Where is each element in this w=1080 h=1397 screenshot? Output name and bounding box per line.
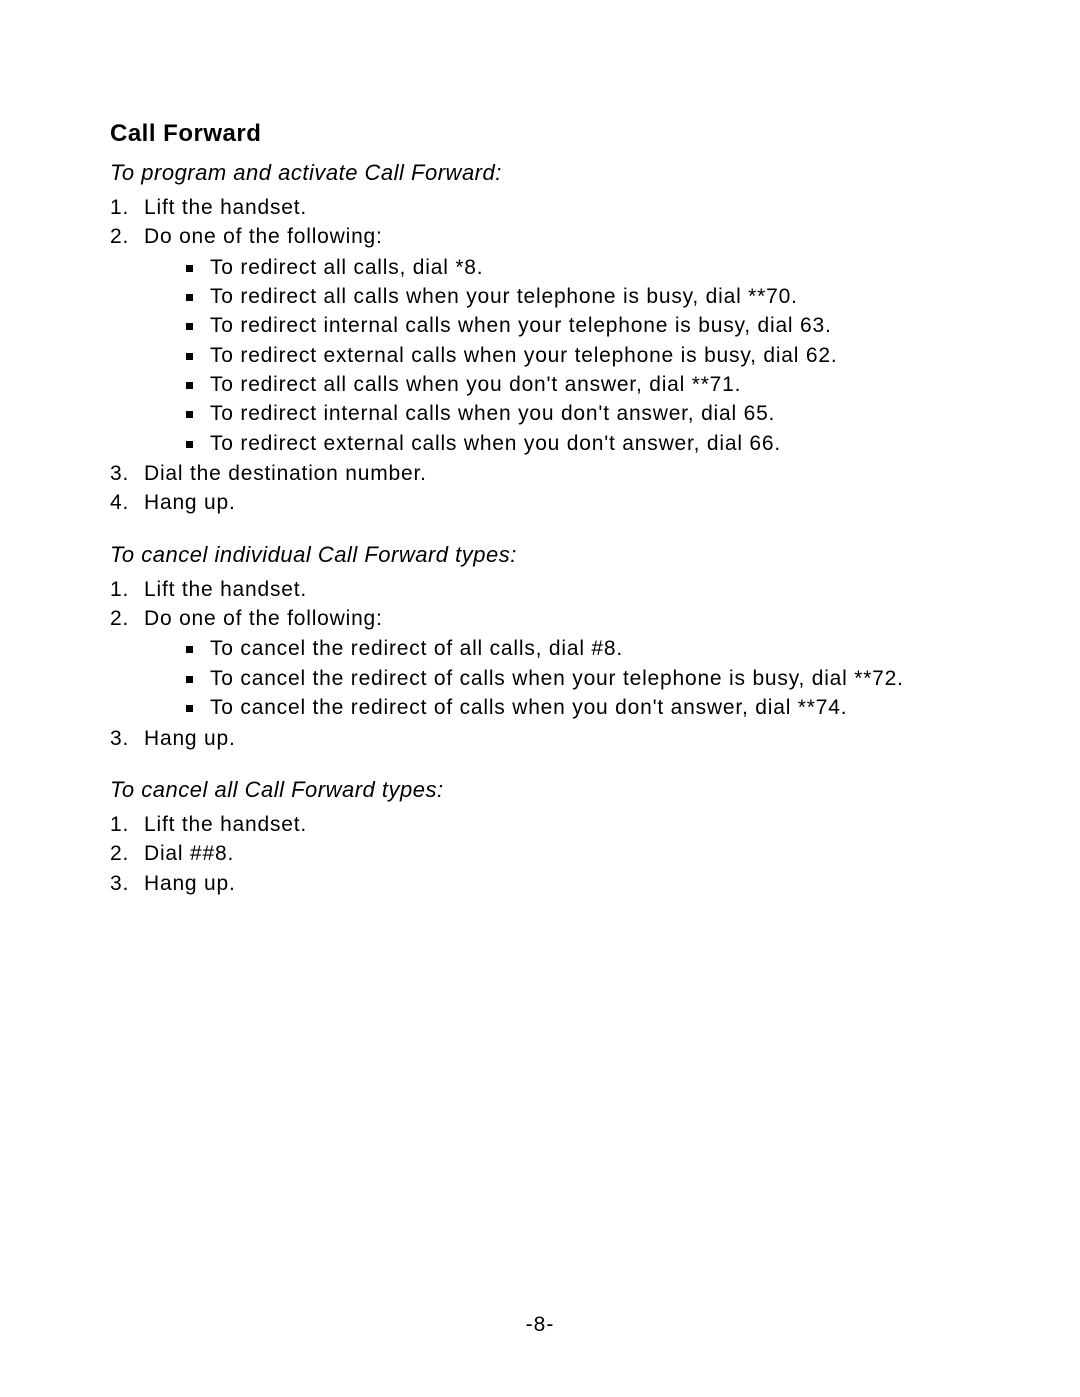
step-text: Do one of the following: xyxy=(144,607,383,630)
steps-list-2: 1. Lift the handset. 2. Do one of the fo… xyxy=(110,576,970,753)
step-item: 1. Lift the handset. xyxy=(110,576,970,604)
subsection-title-2: To cancel individual Call Forward types: xyxy=(110,542,970,568)
step-item: 3. Hang up. xyxy=(110,870,970,898)
step-text: Hang up. xyxy=(144,872,236,895)
step-item: 2. Dial ##8. xyxy=(110,840,970,868)
steps-list-3: 1. Lift the handset. 2. Dial ##8. 3. Han… xyxy=(110,811,970,898)
step-number: 3. xyxy=(110,725,129,753)
bullet-item: To redirect all calls when your telephon… xyxy=(186,283,970,311)
bullet-item: To redirect external calls when your tel… xyxy=(186,342,970,370)
bullet-item: To redirect internal calls when you don'… xyxy=(186,400,970,428)
step-text: Dial ##8. xyxy=(144,842,234,865)
step-number: 3. xyxy=(110,460,129,488)
step-number: 4. xyxy=(110,489,129,517)
step-text: Dial the destination number. xyxy=(144,462,427,485)
step-number: 1. xyxy=(110,811,129,839)
step-text: Hang up. xyxy=(144,727,236,750)
section-title: Call Forward xyxy=(110,120,970,148)
bullet-item: To cancel the redirect of calls when you… xyxy=(186,694,970,722)
step-text: Hang up. xyxy=(144,491,236,514)
bullet-item: To redirect external calls when you don'… xyxy=(186,430,970,458)
step-number: 1. xyxy=(110,576,129,604)
step-text: Lift the handset. xyxy=(144,196,307,219)
step-item: 1. Lift the handset. xyxy=(110,194,970,222)
subsection-title-3: To cancel all Call Forward types: xyxy=(110,777,970,803)
step-number: 3. xyxy=(110,870,129,898)
bullet-item: To cancel the redirect of calls when you… xyxy=(186,665,970,693)
bullet-list: To redirect all calls, dial *8. To redir… xyxy=(186,254,970,458)
step-item: 1. Lift the handset. xyxy=(110,811,970,839)
step-number: 2. xyxy=(110,223,129,251)
bullet-item: To redirect all calls when you don't ans… xyxy=(186,371,970,399)
step-item: 2. Do one of the following: To cancel th… xyxy=(110,605,970,722)
step-number: 2. xyxy=(110,840,129,868)
bullet-item: To redirect all calls, dial *8. xyxy=(186,254,970,282)
step-text: Lift the handset. xyxy=(144,578,307,601)
bullet-item: To cancel the redirect of all calls, dia… xyxy=(186,635,970,663)
step-number: 1. xyxy=(110,194,129,222)
step-number: 2. xyxy=(110,605,129,633)
page-number: -8- xyxy=(0,1313,1080,1337)
bullet-item: To redirect internal calls when your tel… xyxy=(186,312,970,340)
steps-list-1: 1. Lift the handset. 2. Do one of the fo… xyxy=(110,194,970,518)
step-item: 3. Dial the destination number. xyxy=(110,460,970,488)
subsection-title-1: To program and activate Call Forward: xyxy=(110,160,970,186)
step-text: Do one of the following: xyxy=(144,225,383,248)
bullet-list: To cancel the redirect of all calls, dia… xyxy=(186,635,970,722)
step-item: 4. Hang up. xyxy=(110,489,970,517)
step-item: 3. Hang up. xyxy=(110,725,970,753)
step-item: 2. Do one of the following: To redirect … xyxy=(110,223,970,458)
step-text: Lift the handset. xyxy=(144,813,307,836)
